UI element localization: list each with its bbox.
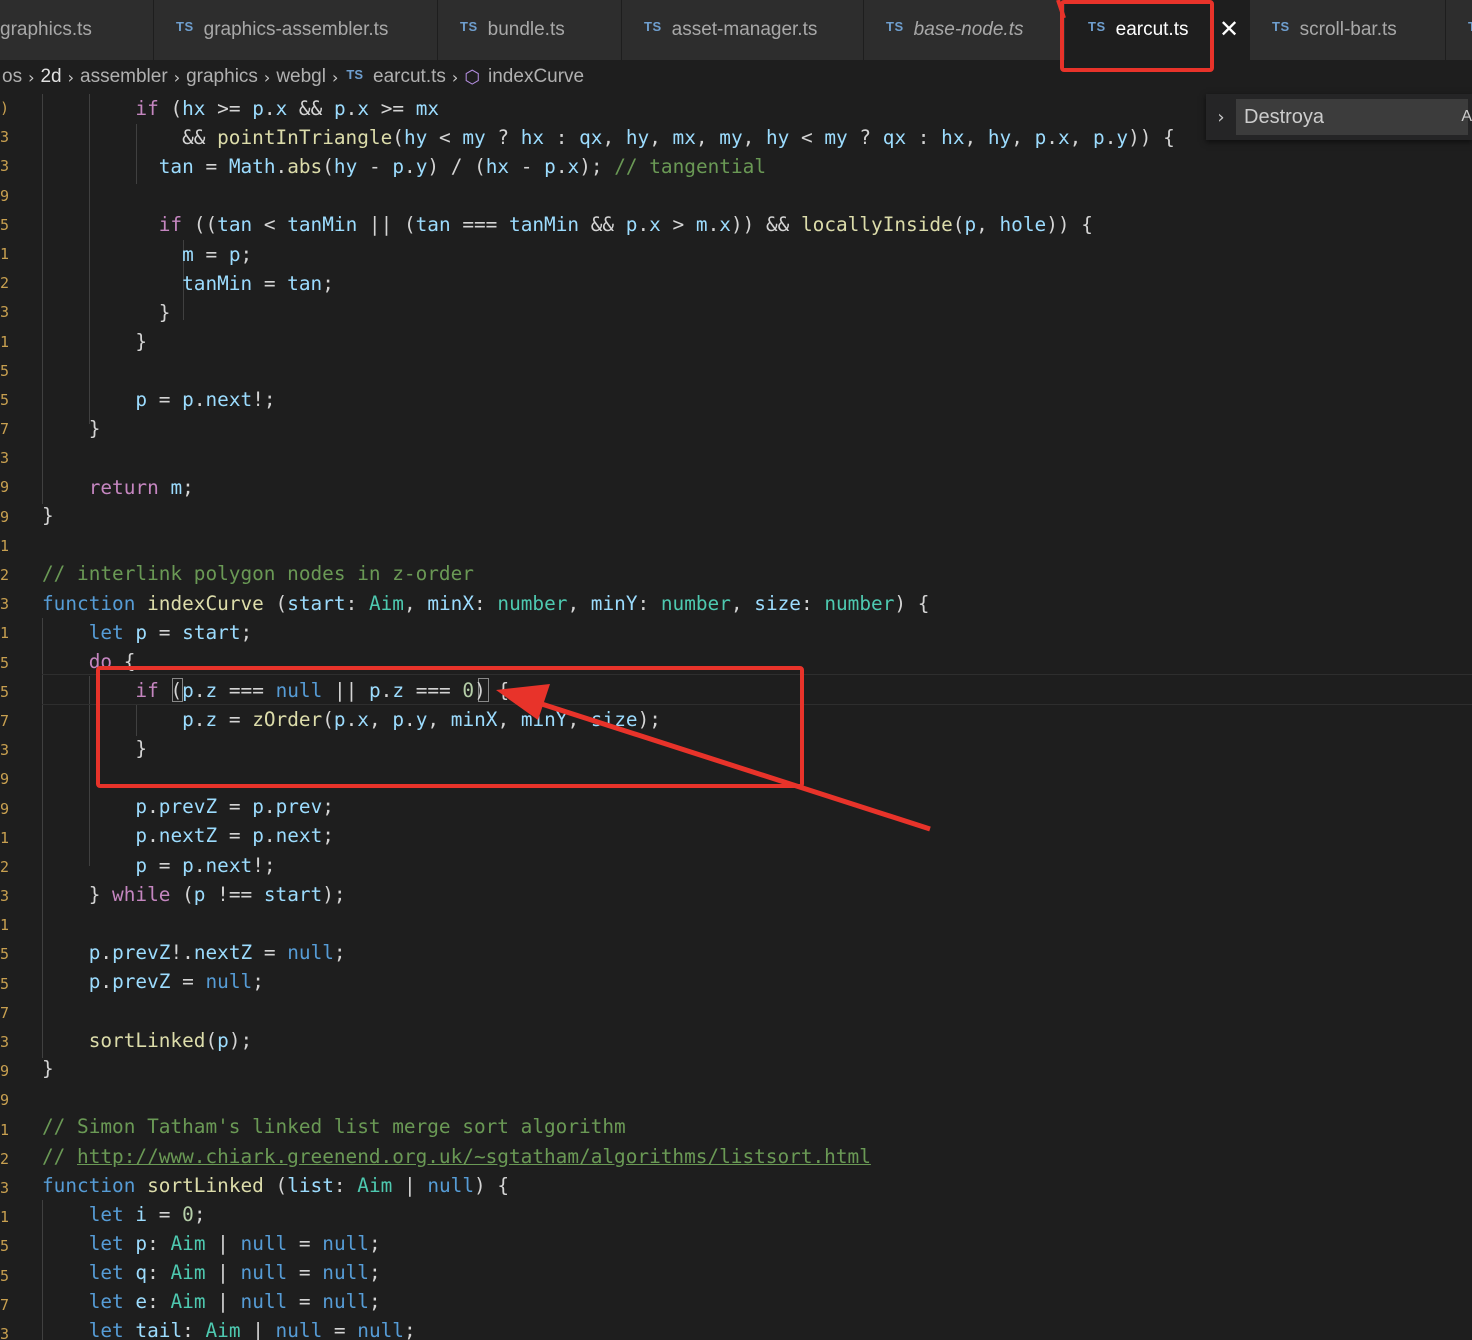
annotation-arrow-tick xyxy=(1056,0,1066,19)
annotation-arrow-head xyxy=(496,684,550,720)
annotation-arrow xyxy=(496,0,1066,832)
annotation-arrow-shaft xyxy=(519,694,931,832)
